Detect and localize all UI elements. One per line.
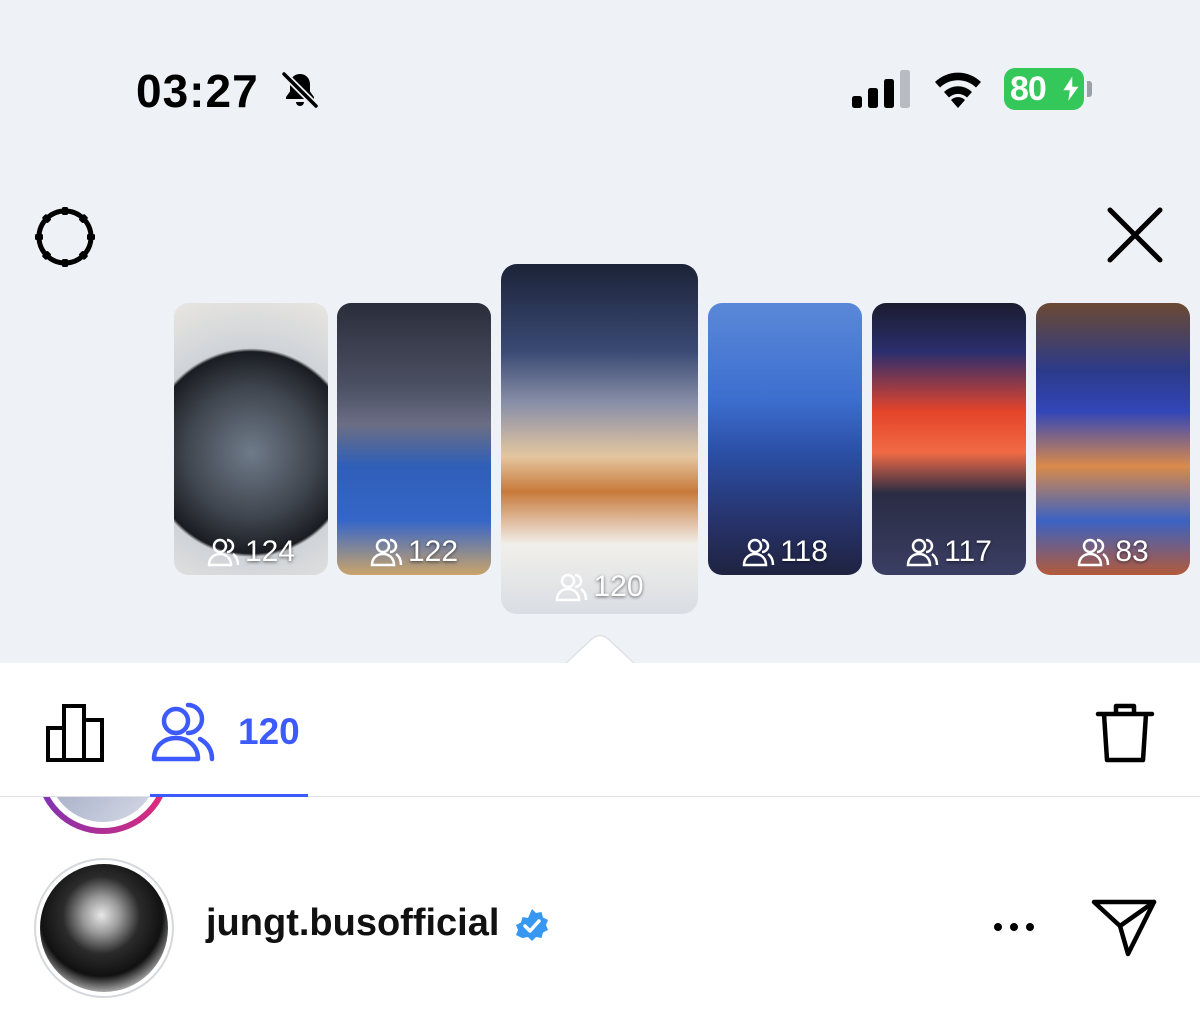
story-thumbnail[interactable]: 83 <box>1036 303 1190 575</box>
username[interactable]: jungt.busofficial <box>206 902 499 945</box>
trash-icon[interactable] <box>1094 700 1156 764</box>
battery-charging-icon: 80 <box>1004 68 1092 110</box>
active-tab-indicator <box>150 794 308 797</box>
story-viewer-count: 118 <box>708 535 862 569</box>
story-image <box>501 264 698 614</box>
battery-level: 80 <box>1010 70 1047 108</box>
story-thumbnail[interactable]: 118 <box>708 303 862 575</box>
more-icon[interactable] <box>990 912 1038 942</box>
story-viewer-count: 83 <box>1036 535 1190 569</box>
avatar[interactable] <box>40 864 168 992</box>
story-viewer-count: 117 <box>872 535 1026 569</box>
bell-slash-icon <box>281 71 319 109</box>
people-icon <box>151 702 215 762</box>
people-icon <box>742 538 775 567</box>
cellular-signal-icon <box>852 70 910 108</box>
story-viewer-count: 122 <box>337 535 491 569</box>
story-viewer-count: 124 <box>174 535 328 569</box>
people-icon <box>556 573 588 602</box>
story-thumbnail[interactable]: 117 <box>872 303 1026 575</box>
story-thumbnail[interactable]: 124 <box>174 303 328 575</box>
story-thumbnail-selected[interactable]: 120 <box>501 264 698 614</box>
viewer-count: 120 <box>238 711 300 752</box>
close-icon[interactable] <box>1100 200 1170 270</box>
people-icon <box>207 538 240 567</box>
bar-chart-icon[interactable] <box>44 700 108 764</box>
people-icon <box>370 538 403 567</box>
people-icon <box>906 538 939 567</box>
status-time: 03:27 <box>136 65 259 117</box>
wifi-icon <box>935 72 981 108</box>
people-icon <box>1078 538 1110 567</box>
send-icon[interactable] <box>1090 896 1158 958</box>
story-thumbnail[interactable]: 122 <box>337 303 491 575</box>
viewers-button[interactable]: 120 <box>150 700 300 764</box>
selection-pointer <box>565 634 635 666</box>
verified-badge-icon <box>516 909 548 941</box>
gear-icon[interactable] <box>30 202 100 272</box>
story-viewer-count: 120 <box>501 570 698 604</box>
